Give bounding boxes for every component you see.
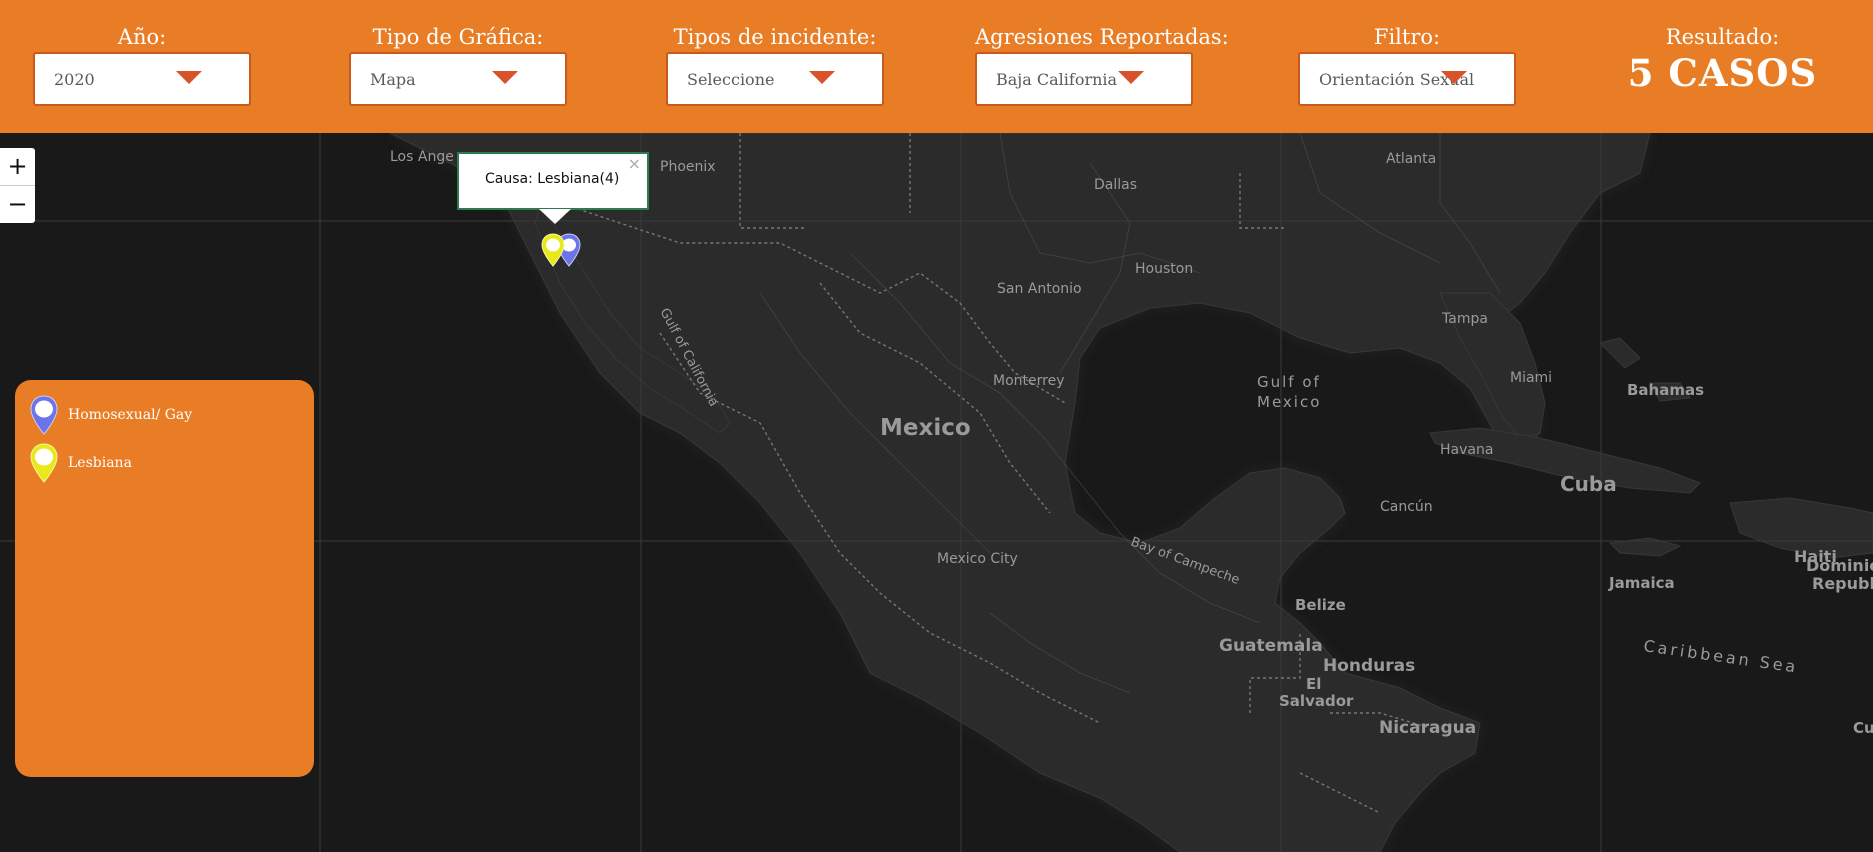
result-count: 5 CASOS: [1627, 51, 1818, 95]
year-select-value: 2020: [54, 70, 95, 89]
filter-incident-type-label: Tipos de incidente:: [673, 25, 877, 49]
reported-aggressions-select[interactable]: Baja California: [975, 52, 1193, 106]
map-label-cuba: Cuba: [1560, 472, 1617, 496]
map-label-belize: Belize: [1295, 596, 1346, 614]
chevron-down-icon: [1118, 71, 1144, 84]
map-label-houston: Houston: [1135, 261, 1193, 277]
chevron-down-icon: [176, 71, 202, 84]
filter-year: Año: 2020: [33, 0, 251, 106]
year-select[interactable]: 2020: [33, 52, 251, 106]
map-label-havana: Havana: [1440, 442, 1493, 458]
map-popup: Causa: Lesbiana(4) ×: [457, 152, 649, 210]
map-label-honduras: Honduras: [1323, 656, 1415, 676]
chevron-down-icon: [1441, 71, 1467, 84]
map-label-dallas: Dallas: [1094, 177, 1137, 193]
filter-header: Año: 2020 Tipo de Gráfica: Mapa Tipos de…: [0, 0, 1873, 133]
map-label-nicaragua: Nicaragua: [1379, 718, 1476, 738]
filter-chart-type: Tipo de Gráfica: Mapa: [349, 0, 567, 106]
map-label-salvador: Salvador: [1279, 692, 1354, 710]
map-label-mexico: Mexico: [880, 415, 971, 441]
filter-reported-aggressions: Agresiones Reportadas: Baja California: [975, 0, 1229, 106]
result-label: Resultado:: [1665, 25, 1780, 49]
filter-filter-label: Filtro:: [1373, 25, 1441, 49]
filter-year-label: Año:: [117, 25, 167, 49]
reported-aggressions-select-value: Baja California: [996, 70, 1118, 89]
map-label-mexico-city: Mexico City: [937, 551, 1018, 567]
result-panel: Resultado: 5 CASOS: [1620, 0, 1825, 95]
chevron-down-icon: [809, 71, 835, 84]
map-label-gulf-of-mexico-2: Mexico: [1257, 393, 1321, 411]
legend-label-lesbian: Lesbiana: [68, 455, 132, 471]
map-label-phoenix: Phoenix: [660, 159, 716, 175]
legend-item-lesbian: Lesbiana: [28, 442, 132, 486]
map-label-gulf-of-mexico-1: Gulf of: [1257, 373, 1321, 391]
map-label-bahamas: Bahamas: [1627, 381, 1704, 399]
map-label-dominican-2: Republi: [1812, 574, 1873, 593]
blue-pin-icon: [30, 395, 58, 435]
chart-type-select[interactable]: Mapa: [349, 52, 567, 106]
yellow-pin-icon: [30, 443, 58, 483]
map-label-cancun: Cancún: [1380, 499, 1433, 515]
close-icon[interactable]: ×: [628, 154, 641, 173]
map-label-el: El: [1306, 675, 1321, 693]
legend-label-gay: Homosexual/ Gay: [68, 407, 193, 423]
chart-type-select-value: Mapa: [370, 70, 416, 89]
map-label-san-antonio: San Antonio: [997, 281, 1082, 297]
map-label-los-angeles: Los Ange: [390, 149, 454, 165]
map-label-dominican-1: Dominica: [1806, 556, 1873, 575]
filter-reported-aggressions-label: Agresiones Reportadas:: [975, 25, 1229, 49]
popup-tip: [539, 209, 571, 224]
map-label-guatemala: Guatemala: [1219, 636, 1323, 656]
filter-select[interactable]: Orientación Sexual: [1298, 52, 1516, 106]
map-label-monterrey: Monterrey: [993, 373, 1064, 389]
legend-item-gay: Homosexual/ Gay: [28, 394, 192, 438]
filter-chart-type-label: Tipo de Gráfica:: [372, 25, 544, 49]
incident-type-select[interactable]: Seleccione: [666, 52, 884, 106]
zoom-control: + −: [0, 148, 35, 223]
zoom-out-button[interactable]: −: [0, 185, 35, 223]
lesbian-marker[interactable]: [541, 233, 565, 267]
map-label-tampa: Tampa: [1441, 311, 1488, 327]
map-label-jamaica: Jamaica: [1608, 574, 1675, 592]
chevron-down-icon: [492, 71, 518, 84]
incident-type-select-value: Seleccione: [687, 70, 775, 89]
filter-incident-type: Tipos de incidente: Seleccione: [666, 0, 884, 106]
zoom-in-button[interactable]: +: [0, 148, 35, 185]
map-view[interactable]: Los Ange Phoenix Dallas Atlanta Houston …: [0, 133, 1873, 852]
map-label-miami: Miami: [1510, 370, 1552, 386]
filter-filter: Filtro: Orientación Sexual: [1298, 0, 1516, 106]
legend-panel: Homosexual/ Gay Lesbiana: [15, 380, 314, 777]
map-label-atlanta: Atlanta: [1386, 151, 1436, 167]
map-label-cu: Cu: [1853, 719, 1873, 737]
popup-text: Causa: Lesbiana(4): [485, 171, 620, 187]
